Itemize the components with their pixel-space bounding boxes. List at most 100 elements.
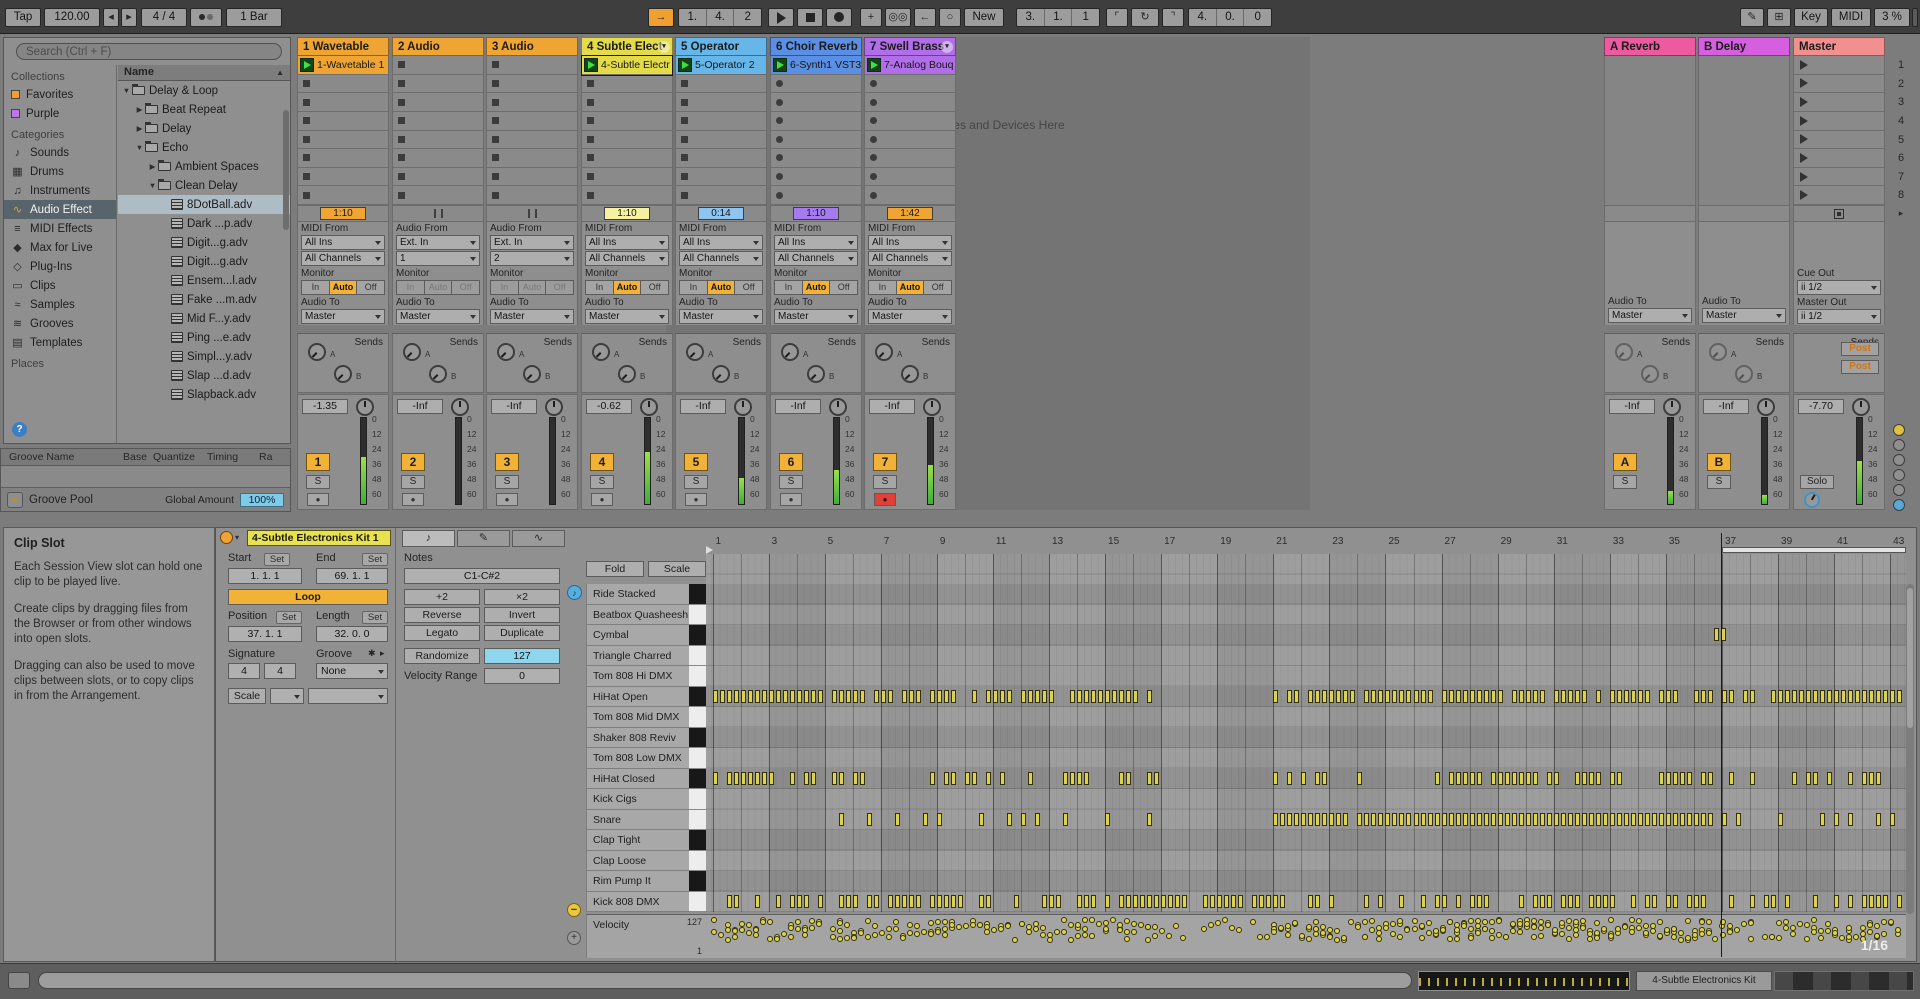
velocity-marker[interactable] [1145, 936, 1152, 943]
midi-note[interactable] [1357, 812, 1363, 826]
velocity-marker[interactable] [1397, 933, 1404, 940]
search-input[interactable] [16, 43, 282, 60]
solo-cue-button[interactable]: Solo [1800, 475, 1834, 489]
clip-stop-button[interactable] [398, 154, 405, 162]
send-a-knob[interactable] [1709, 343, 1727, 361]
midi-note[interactable] [880, 689, 886, 703]
midi-note[interactable] [1595, 894, 1601, 908]
midi-note[interactable] [985, 771, 991, 785]
scale-root-dropdown[interactable] [270, 688, 304, 704]
show-sends-button[interactable] [1893, 454, 1905, 466]
velocity-marker[interactable] [1362, 918, 1369, 925]
midi-note[interactable] [1665, 812, 1671, 826]
clip-slot[interactable] [582, 75, 672, 94]
velocity-marker[interactable] [1867, 928, 1874, 935]
velocity-marker[interactable] [1551, 927, 1558, 933]
velocity-marker[interactable] [1853, 933, 1860, 940]
midi-note[interactable] [1462, 812, 1468, 826]
midi-note[interactable] [1105, 689, 1111, 703]
velocity-marker[interactable] [1600, 926, 1607, 932]
midi-note[interactable] [1329, 689, 1335, 703]
midi-note[interactable] [852, 771, 858, 785]
midi-note[interactable] [747, 771, 753, 785]
midi-note[interactable] [901, 894, 907, 908]
tree-preset-row[interactable]: Fake ...m.adv [118, 290, 290, 309]
velocity-marker[interactable] [752, 932, 759, 938]
input-channel-dropdown[interactable]: All Channels [679, 251, 763, 266]
velocity-marker[interactable] [892, 918, 899, 925]
audio-to-dropdown[interactable]: Master [396, 309, 480, 324]
clip-slot[interactable] [865, 93, 955, 112]
velocity-marker[interactable] [1306, 935, 1313, 942]
midi-note[interactable] [1308, 894, 1314, 908]
clip-stop-button[interactable] [303, 173, 310, 181]
midi-note[interactable] [1806, 771, 1812, 785]
velocity-marker[interactable] [899, 935, 906, 941]
velocity-min-value[interactable]: 1 [697, 946, 702, 956]
midi-note[interactable] [1869, 894, 1875, 908]
velocity-marker[interactable] [1804, 935, 1811, 942]
scene-number[interactable]: 2 [1888, 75, 1914, 94]
clip-slot[interactable] [582, 149, 672, 168]
clip-slot[interactable] [582, 168, 672, 187]
tree-preset-row[interactable]: Digit...g.adv [118, 252, 290, 271]
velocity-marker[interactable] [773, 935, 780, 942]
scene-launch-slot[interactable] [1794, 112, 1884, 131]
clip-slot[interactable] [487, 75, 577, 94]
midi-note[interactable] [1581, 812, 1587, 826]
velocity-marker[interactable] [1705, 918, 1712, 925]
velocity-marker[interactable] [1411, 926, 1418, 932]
midi-note[interactable] [1890, 689, 1896, 703]
midi-note[interactable] [1427, 689, 1433, 703]
velocity-marker[interactable] [885, 926, 892, 932]
clip-slot[interactable] [771, 112, 861, 131]
velocity-marker[interactable] [864, 934, 871, 940]
arm-button[interactable]: ● [307, 493, 329, 506]
legato-button[interactable]: Legato [404, 625, 480, 641]
global-amount-field[interactable]: 100% [240, 492, 284, 507]
velocity-marker[interactable] [906, 922, 913, 928]
clip-slot[interactable]: 7-Analog Bouq [865, 56, 955, 75]
velocity-marker[interactable] [1376, 936, 1383, 942]
midi-note[interactable] [1834, 812, 1840, 826]
tree-expand-arrow[interactable]: ▼ [134, 143, 145, 152]
clip-stop-button[interactable] [492, 173, 499, 181]
loop-position-field[interactable]: 37. 1. 1 [228, 626, 302, 642]
velocity-marker[interactable] [1082, 932, 1089, 938]
midi-note[interactable] [971, 689, 977, 703]
show-crossfader-button[interactable] [1893, 499, 1905, 511]
midi-note[interactable] [1778, 812, 1784, 826]
velocity-marker[interactable] [1159, 928, 1166, 934]
midi-note[interactable] [1006, 689, 1012, 703]
input-type-dropdown[interactable]: All Ins [585, 235, 669, 250]
tree-preset-row[interactable]: 8DotBall.adv [118, 195, 290, 214]
velocity-marker[interactable] [1032, 921, 1039, 927]
velocity-marker[interactable] [1467, 917, 1474, 924]
midi-note[interactable] [1602, 812, 1608, 826]
midi-note[interactable] [1273, 689, 1279, 703]
velocity-marker[interactable] [836, 935, 843, 942]
drum-row-name[interactable]: Kick Cigs [586, 789, 689, 810]
midi-note[interactable] [1630, 812, 1636, 826]
monitor-option-auto[interactable]: Auto [707, 281, 736, 294]
midi-note[interactable] [1581, 771, 1587, 785]
velocity-marker[interactable] [1362, 933, 1369, 940]
midi-note[interactable] [1399, 894, 1405, 908]
midi-note[interactable] [1644, 812, 1650, 826]
monitor-option-off[interactable]: Off [924, 281, 952, 294]
velocity-marker[interactable] [976, 921, 983, 928]
velocity-marker[interactable] [1614, 926, 1621, 932]
midi-note[interactable] [1686, 894, 1692, 908]
piano-key[interactable] [689, 789, 706, 810]
scene-launch-slot[interactable] [1794, 149, 1884, 168]
randomize-amount-field[interactable]: 127 [484, 648, 560, 664]
arm-button[interactable]: ● [591, 493, 613, 506]
velocity-marker[interactable] [829, 925, 836, 932]
midi-note[interactable] [1020, 812, 1026, 826]
midi-note[interactable] [1876, 812, 1882, 826]
midi-note[interactable] [1546, 771, 1552, 785]
sidebar-item-drums[interactable]: ▦ Drums [4, 162, 116, 181]
clip-slot[interactable] [487, 56, 577, 75]
midi-note[interactable] [1848, 812, 1854, 826]
velocity-marker[interactable] [927, 931, 934, 937]
